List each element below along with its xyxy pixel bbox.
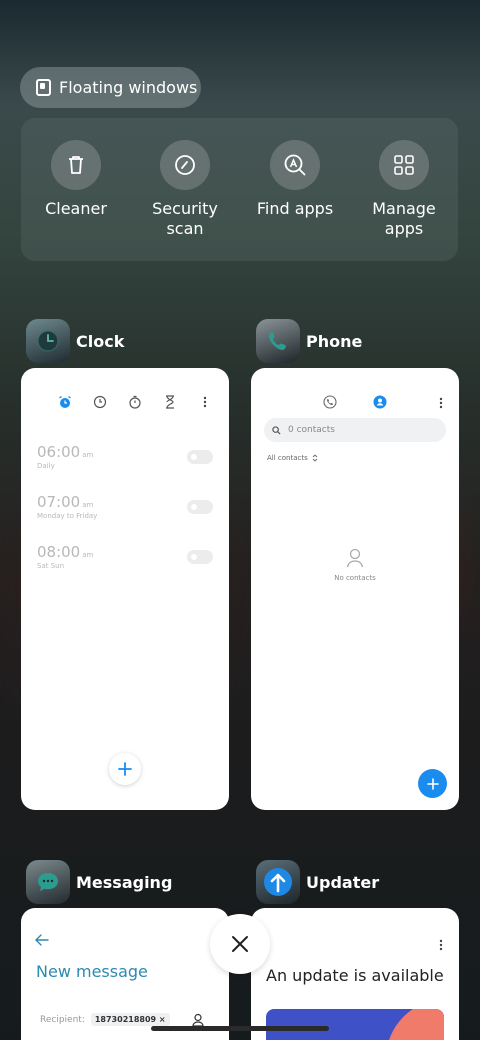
- cleaner-button[interactable]: Cleaner: [26, 140, 126, 219]
- alarm-repeat: Sat Sun: [37, 562, 65, 570]
- plus-icon: [426, 777, 439, 790]
- updater-app-header[interactable]: Updater: [256, 860, 379, 904]
- stopwatch-tab-icon[interactable]: [127, 394, 143, 410]
- cleaner-label: Cleaner: [45, 199, 107, 218]
- clock-app-card[interactable]: 06:00 am Daily 07:00 am Monday to Friday 0…: [21, 368, 229, 810]
- security-scan-label: Security scan: [152, 199, 218, 238]
- person-icon: [346, 548, 364, 568]
- updater-app-name: Updater: [306, 872, 380, 892]
- world-clock-tab-icon[interactable]: [92, 394, 108, 410]
- more-options-icon[interactable]: [439, 394, 443, 413]
- home-indicator[interactable]: [151, 1026, 329, 1031]
- more-options-icon[interactable]: [197, 394, 213, 410]
- alarm-time: 07:00: [37, 493, 81, 511]
- phone-app-header[interactable]: Phone: [256, 319, 362, 363]
- trash-icon: [51, 140, 101, 190]
- updater-app-icon: [256, 860, 300, 904]
- recipient-label: Recipient:: [40, 1014, 85, 1025]
- security-scan-icon: [160, 140, 210, 190]
- new-message-title: New message: [36, 962, 148, 981]
- alarm-item[interactable]: 07:00 am Monday to Friday: [37, 493, 97, 520]
- alarm-tab-icon[interactable]: [57, 394, 73, 410]
- alarm-ampm: am: [82, 551, 94, 559]
- add-contact-button[interactable]: [418, 769, 447, 798]
- alarm-toggle[interactable]: [187, 500, 213, 514]
- more-options-icon[interactable]: [439, 936, 443, 955]
- phone-app-name: Phone: [306, 331, 363, 351]
- floating-windows-label: Floating windows: [59, 78, 198, 97]
- messaging-app-name: Messaging: [76, 872, 173, 892]
- recipient-field[interactable]: Recipient: 18730218809 ×: [40, 1013, 170, 1026]
- contacts-filter-label: All contacts: [267, 454, 308, 462]
- clock-app-name: Clock: [76, 331, 125, 351]
- alarm-repeat: Monday to Friday: [37, 512, 98, 520]
- updater-app-card[interactable]: An update is available: [251, 908, 459, 1040]
- sort-arrows-icon: [312, 454, 318, 462]
- phone-tabs: [323, 394, 387, 413]
- recipient-chip[interactable]: 18730218809 ×: [90, 1013, 170, 1026]
- grid-icon: [379, 140, 429, 190]
- clock-app-icon: [26, 319, 70, 363]
- manage-apps-label: Manage apps: [372, 199, 436, 238]
- contacts-tab-icon[interactable]: [373, 394, 387, 413]
- alarm-time: 06:00: [37, 443, 81, 461]
- alarm-toggle[interactable]: [187, 550, 213, 564]
- phone-app-card[interactable]: 0 contacts All contacts No contacts: [251, 368, 459, 810]
- close-icon: [232, 936, 248, 952]
- update-banner-image: [266, 1009, 444, 1040]
- find-apps-button[interactable]: Find apps: [245, 140, 345, 219]
- quick-tools-panel: Cleaner Security scan Find apps Manage a…: [21, 118, 458, 261]
- alarm-ampm: am: [82, 501, 94, 509]
- clear-all-button[interactable]: [210, 914, 270, 974]
- messaging-app-header[interactable]: Messaging: [26, 860, 172, 904]
- alarm-toggle[interactable]: [187, 450, 213, 464]
- contacts-search-input[interactable]: 0 contacts: [264, 418, 446, 442]
- manage-apps-button[interactable]: Manage apps: [354, 140, 454, 239]
- alarm-ampm: am: [82, 451, 94, 459]
- clock-app-header[interactable]: Clock: [26, 319, 124, 363]
- floating-windows-icon: [36, 79, 51, 96]
- alarm-item[interactable]: 08:00 am Sat Sun: [37, 543, 93, 570]
- alarm-item[interactable]: 06:00 am Daily: [37, 443, 93, 470]
- plus-icon: [118, 762, 132, 776]
- call-log-tab-icon[interactable]: [323, 394, 337, 413]
- contacts-search-placeholder: 0 contacts: [288, 425, 335, 435]
- contacts-filter-dropdown[interactable]: All contacts: [267, 454, 318, 462]
- phone-app-icon: [256, 319, 300, 363]
- add-alarm-button[interactable]: [109, 753, 141, 785]
- messaging-app-card[interactable]: New message Recipient: 18730218809 ×: [21, 908, 229, 1040]
- find-apps-label: Find apps: [256, 199, 334, 218]
- alarm-repeat: Daily: [37, 462, 55, 470]
- timer-tab-icon[interactable]: [162, 394, 178, 410]
- empty-state-label: No contacts: [334, 574, 376, 582]
- clock-tabs: [57, 394, 213, 410]
- messaging-app-icon: [26, 860, 70, 904]
- find-apps-icon: [270, 140, 320, 190]
- alarm-time: 08:00: [37, 543, 81, 561]
- security-scan-button[interactable]: Security scan: [135, 140, 235, 239]
- update-available-title: An update is available: [266, 966, 444, 985]
- floating-windows-button[interactable]: Floating windows: [20, 67, 201, 108]
- empty-state: No contacts: [251, 548, 459, 582]
- back-arrow-icon[interactable]: [35, 934, 49, 950]
- search-icon: [272, 425, 281, 435]
